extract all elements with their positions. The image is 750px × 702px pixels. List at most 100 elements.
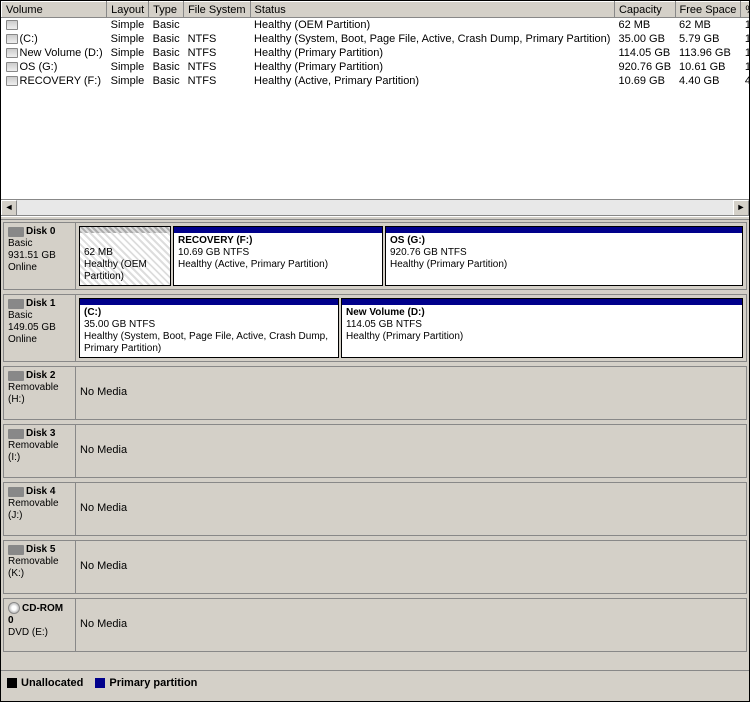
- cell-type: Basic: [149, 18, 184, 32]
- partition-detail: Healthy (OEM Partition): [84, 259, 147, 282]
- h-scrollbar[interactable]: ◄ ►: [1, 199, 749, 215]
- table-row[interactable]: (C:)SimpleBasicNTFSHealthy (System, Boot…: [2, 32, 750, 46]
- col-status[interactable]: Status: [250, 2, 614, 18]
- volume-icon: [6, 76, 18, 86]
- cell-capacity: 920.76 GB: [614, 60, 675, 74]
- no-media-area[interactable]: No Media: [76, 599, 746, 651]
- no-media-label: No Media: [80, 502, 127, 514]
- cell-layout: Simple: [107, 18, 149, 32]
- col-layout[interactable]: Layout: [107, 2, 149, 18]
- disk-row-cdrom0: CD-ROM 0DVD (E:) No Media: [3, 598, 747, 652]
- no-media-label: No Media: [80, 560, 127, 572]
- disk-info[interactable]: Disk 2Removable (H:): [4, 367, 76, 419]
- no-media-area[interactable]: No Media: [76, 541, 746, 593]
- disk-row-disk1: Disk 1Basic149.05 GBOnline (C:)35.00 GB …: [3, 294, 747, 362]
- cell-free: 62 MB: [675, 18, 741, 32]
- disk-type: Removable (K:): [8, 556, 59, 579]
- col-fs[interactable]: File System: [184, 2, 250, 18]
- legend-bar: Unallocated Primary partition: [1, 670, 749, 694]
- no-media-area[interactable]: No Media: [76, 425, 746, 477]
- swatch-unallocated: [7, 678, 17, 688]
- disk-size: 149.05 GB: [8, 322, 56, 333]
- cell-status: Healthy (Primary Partition): [250, 46, 614, 60]
- disk-info[interactable]: Disk 4Removable (J:): [4, 483, 76, 535]
- partition-body: New Volume (D:)114.05 GB NTFSHealthy (Pr…: [342, 305, 742, 357]
- disk-row-disk4: Disk 4Removable (J:) No Media: [3, 482, 747, 536]
- disk-icon: [8, 545, 24, 555]
- disk-info[interactable]: Disk 5Removable (K:): [4, 541, 76, 593]
- cell-pct: 41 %: [741, 74, 749, 88]
- partition-body: RECOVERY (F:)10.69 GB NTFSHealthy (Activ…: [174, 233, 382, 285]
- cell-volume: New Volume (D:): [2, 46, 107, 60]
- cell-capacity: 62 MB: [614, 18, 675, 32]
- col-free[interactable]: Free Space: [675, 2, 741, 18]
- col-pct[interactable]: % Free: [741, 2, 749, 18]
- cell-pct: 100 %: [741, 46, 749, 60]
- legend-unallocated-label: Unallocated: [21, 677, 83, 689]
- no-media-area[interactable]: No Media: [76, 367, 746, 419]
- volume-icon: [6, 62, 18, 72]
- cell-status: Healthy (System, Boot, Page File, Active…: [250, 32, 614, 46]
- scroll-left-btn[interactable]: ◄: [1, 200, 17, 216]
- disk-icon: [8, 429, 24, 439]
- disk-type: Basic: [8, 310, 32, 321]
- partition-sub: 920.76 GB NTFS: [390, 247, 467, 258]
- partition-detail: Healthy (Primary Partition): [346, 331, 463, 342]
- disk-info[interactable]: Disk 3Removable (I:): [4, 425, 76, 477]
- disk-size: 931.51 GB: [8, 250, 56, 261]
- cell-type: Basic: [149, 74, 184, 88]
- disk-name: Disk 2: [26, 370, 55, 381]
- table-row[interactable]: SimpleBasicHealthy (OEM Partition)62 MB6…: [2, 18, 750, 32]
- disk-type: Removable (I:): [8, 440, 59, 463]
- cell-pct: 1 %: [741, 60, 749, 74]
- disk-name: Disk 4: [26, 486, 55, 497]
- disk-info[interactable]: Disk 0Basic931.51 GBOnline: [4, 223, 76, 289]
- cell-status: Healthy (Primary Partition): [250, 60, 614, 74]
- partition-title: OS (G:): [390, 235, 425, 246]
- cell-pct: 17 %: [741, 32, 749, 46]
- partition[interactable]: New Volume (D:)114.05 GB NTFSHealthy (Pr…: [341, 298, 743, 358]
- partitions: (C:)35.00 GB NTFSHealthy (System, Boot, …: [76, 295, 746, 361]
- scroll-track[interactable]: [17, 200, 733, 215]
- col-volume[interactable]: Volume: [2, 2, 107, 18]
- partitions: 62 MBHealthy (OEM Partition)RECOVERY (F:…: [76, 223, 746, 289]
- partition[interactable]: 62 MBHealthy (OEM Partition): [79, 226, 171, 286]
- volume-icon: [6, 20, 18, 30]
- legend-unallocated: Unallocated: [7, 677, 83, 689]
- cell-free: 4.40 GB: [675, 74, 741, 88]
- no-media-area[interactable]: No Media: [76, 483, 746, 535]
- swatch-primary: [95, 678, 105, 688]
- cell-free: 10.61 GB: [675, 60, 741, 74]
- cell-fs: NTFS: [184, 60, 250, 74]
- table-row[interactable]: OS (G:)SimpleBasicNTFSHealthy (Primary P…: [2, 60, 750, 74]
- table-row[interactable]: New Volume (D:)SimpleBasicNTFSHealthy (P…: [2, 46, 750, 60]
- cell-status: Healthy (OEM Partition): [250, 18, 614, 32]
- disk-row-disk0: Disk 0Basic931.51 GBOnline62 MBHealthy (…: [3, 222, 747, 290]
- cell-volume: OS (G:): [2, 60, 107, 74]
- partition-title: New Volume (D:): [346, 307, 425, 318]
- cell-fs: [184, 18, 250, 32]
- volume-table: Volume Layout Type File System Status Ca…: [1, 1, 749, 88]
- disk-row-disk3: Disk 3Removable (I:) No Media: [3, 424, 747, 478]
- cell-free: 5.79 GB: [675, 32, 741, 46]
- disk-graphical-pane: Disk 0Basic931.51 GBOnline62 MBHealthy (…: [1, 220, 749, 670]
- cell-volume: (C:): [2, 32, 107, 46]
- no-media-label: No Media: [80, 618, 127, 630]
- partition[interactable]: (C:)35.00 GB NTFSHealthy (System, Boot, …: [79, 298, 339, 358]
- partition[interactable]: RECOVERY (F:)10.69 GB NTFSHealthy (Activ…: [173, 226, 383, 286]
- no-media-label: No Media: [80, 444, 127, 456]
- disk-type: Basic: [8, 238, 32, 249]
- cell-type: Basic: [149, 46, 184, 60]
- col-capacity[interactable]: Capacity: [614, 2, 675, 18]
- volume-list-pane: Volume Layout Type File System Status Ca…: [1, 1, 749, 216]
- scroll-right-btn[interactable]: ►: [733, 200, 749, 216]
- disk-info[interactable]: CD-ROM 0DVD (E:): [4, 599, 76, 651]
- partition[interactable]: OS (G:)920.76 GB NTFSHealthy (Primary Pa…: [385, 226, 743, 286]
- disk-info[interactable]: Disk 1Basic149.05 GBOnline: [4, 295, 76, 361]
- partition-detail: Healthy (Primary Partition): [390, 259, 507, 270]
- table-row[interactable]: RECOVERY (F:)SimpleBasicNTFSHealthy (Act…: [2, 74, 750, 88]
- col-type[interactable]: Type: [149, 2, 184, 18]
- cell-fs: NTFS: [184, 74, 250, 88]
- disk-status: Online: [8, 334, 37, 345]
- disk-type: DVD (E:): [8, 627, 48, 638]
